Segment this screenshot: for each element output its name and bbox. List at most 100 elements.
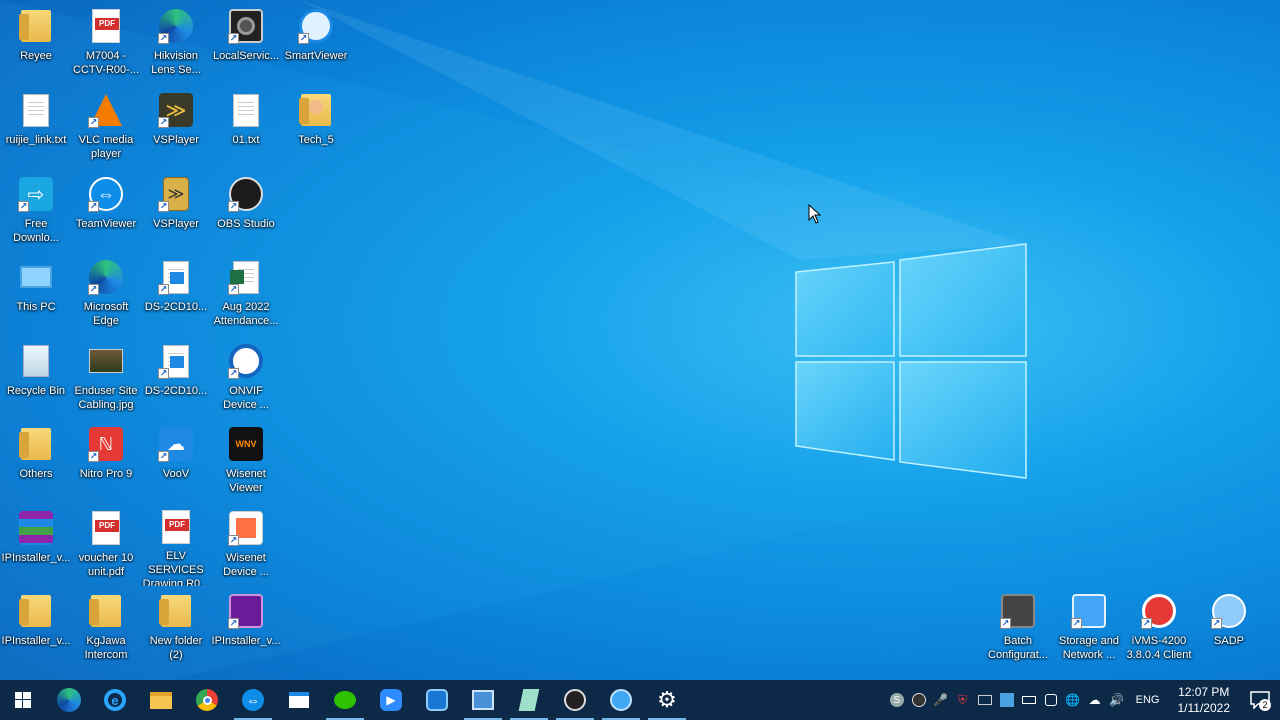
- clock-date: 1/11/2022: [1177, 701, 1231, 715]
- tray-obs[interactable]: [908, 680, 930, 720]
- desktop-icon[interactable]: ⇨ ↗ Free Downlo...: [0, 172, 72, 252]
- onvif-icon: ↗: [228, 343, 264, 379]
- nitro-icon: ℕ ↗: [88, 426, 124, 462]
- desktop-icon-label: Recycle Bin: [6, 385, 66, 397]
- edge-icon: ↗: [158, 8, 194, 44]
- desktop-icon[interactable]: ≫ ↗ VSPlayer: [140, 172, 212, 252]
- desktop-icon[interactable]: Enduser Site Cabling.jpg: [70, 339, 142, 419]
- desktop-icon[interactable]: PDF voucher 10 unit.pdf: [70, 506, 142, 586]
- desktop-icon[interactable]: ↗ SmartViewer: [280, 4, 352, 84]
- taskbar-chrome[interactable]: [184, 680, 230, 720]
- tray-app[interactable]: [996, 680, 1018, 720]
- taskbar-edge[interactable]: [46, 680, 92, 720]
- desktop-icon[interactable]: WNV Wisenet Viewer: [210, 422, 282, 502]
- taskbar-settings[interactable]: ⚙: [644, 680, 690, 720]
- folder-icon: [88, 593, 124, 629]
- desktop-icon[interactable]: ↗ Hikvision Lens Se...: [140, 4, 212, 84]
- image-icon: [88, 343, 124, 379]
- desktop-icon[interactable]: ↗ DS-2CD10...: [140, 339, 212, 419]
- desktop-icon[interactable]: New folder (2): [140, 589, 212, 669]
- desktop-icon[interactable]: PDF ELV SERVICES Drawing R0...: [140, 506, 212, 586]
- obs-icon: ↗: [228, 176, 264, 212]
- batch-config-icon: ↗: [1000, 593, 1036, 629]
- start-icon: [15, 692, 31, 708]
- taskbar-search-app[interactable]: [598, 680, 644, 720]
- shortcut-arrow-icon: ↗: [88, 284, 99, 295]
- language-indicator[interactable]: ENG: [1128, 694, 1168, 706]
- desktop-icon[interactable]: PDF M7004 - CCTV-R00-...: [70, 4, 142, 84]
- desktop-icon[interactable]: ↗ IPInstaller_v...: [210, 589, 282, 669]
- taskbar-teamviewer[interactable]: ⇔: [230, 680, 276, 720]
- desktop-icon[interactable]: ↗ LocalServic...: [210, 4, 282, 84]
- shortcut-arrow-icon: ↗: [1071, 618, 1082, 629]
- desktop-icon[interactable]: ℕ ↗ Nitro Pro 9: [70, 422, 142, 502]
- tray-microphone[interactable]: 🎤: [930, 680, 952, 720]
- shortcut-arrow-icon: ↗: [1211, 618, 1222, 629]
- desktop-icon-label: IPInstaller_v...: [211, 635, 281, 647]
- tray-onedrive[interactable]: ☁: [1084, 680, 1106, 720]
- desktop-icon[interactable]: ruijie_link.txt: [0, 88, 72, 168]
- taskbar-window[interactable]: [276, 680, 322, 720]
- shortcut-arrow-icon: ↗: [1141, 618, 1152, 629]
- desktop-icon[interactable]: ↗ OBS Studio: [210, 172, 282, 252]
- tray-camera[interactable]: [1040, 680, 1062, 720]
- desktop-icon[interactable]: ↗ ONVIF Device ...: [210, 339, 282, 419]
- desktop-icon[interactable]: ☁ ↗ VooV: [140, 422, 212, 502]
- desktop-icon[interactable]: Tech_5: [280, 88, 352, 168]
- sadp-icon: ↗: [1211, 593, 1247, 629]
- desktop-icon[interactable]: ↗ VLC media player: [70, 88, 142, 168]
- shortcut-arrow-icon: ↗: [298, 33, 309, 44]
- desktop-icon[interactable]: This PC: [0, 255, 72, 335]
- desktop-icon[interactable]: Recycle Bin: [0, 339, 72, 419]
- taskbar-notepad[interactable]: [506, 680, 552, 720]
- folder-icon: [18, 8, 54, 44]
- taskbar-excel[interactable]: [460, 680, 506, 720]
- desktop-icon[interactable]: ↗ Batch Configurat...: [982, 589, 1054, 669]
- desktop-icon[interactable]: ≫ ↗ VSPlayer: [140, 88, 212, 168]
- start-button[interactable]: [0, 680, 46, 720]
- desktop-icon[interactable]: ↗ Aug 2022 Attendance...: [210, 255, 282, 335]
- desktop-icon[interactable]: IPInstaller_v...: [0, 589, 72, 669]
- desktop-icon-label: Batch Configurat...: [988, 635, 1048, 661]
- tray-security[interactable]: ⛨: [952, 680, 974, 720]
- taskbar-zoom[interactable]: ▶: [368, 680, 414, 720]
- desktop-icon-label: Wisenet Device ...: [223, 552, 269, 578]
- shortcut-arrow-icon: ↗: [228, 33, 239, 44]
- desktop-icon[interactable]: ↗ iVMS-4200 3.8.0.4 Client: [1123, 589, 1195, 669]
- notepad-icon: [518, 689, 540, 711]
- desktop-icon[interactable]: ↗ SADP: [1193, 589, 1265, 669]
- taskbar-wechat[interactable]: [322, 680, 368, 720]
- shortcut-arrow-icon: ↗: [88, 117, 99, 128]
- taskbar-obs[interactable]: [552, 680, 598, 720]
- tray-volume[interactable]: 🔊: [1106, 680, 1128, 720]
- desktop-icon-label: VLC media player: [78, 134, 134, 160]
- taskbar-file-explorer[interactable]: [138, 680, 184, 720]
- desktop-icon[interactable]: ↗ Microsoft Edge: [70, 255, 142, 335]
- desktop-icon[interactable]: KgJawa Intercom: [70, 589, 142, 669]
- desktop-icon[interactable]: 01.txt: [210, 88, 282, 168]
- file-explorer-icon: [150, 691, 172, 709]
- tray-network[interactable]: 🌐: [1062, 680, 1084, 720]
- desktop-icon[interactable]: Others: [0, 422, 72, 502]
- taskbar-ie[interactable]: e: [92, 680, 138, 720]
- desktop-icon-label: Wisenet Viewer: [226, 468, 266, 494]
- desktop-icon-label: Hikvision Lens Se...: [151, 50, 201, 76]
- action-center-button[interactable]: 2: [1240, 680, 1280, 720]
- taskbar-remote[interactable]: [414, 680, 460, 720]
- desktop-icon[interactable]: ⇔ ↗ TeamViewer: [70, 172, 142, 252]
- desktop-icon[interactable]: ↗ Wisenet Device ...: [210, 506, 282, 586]
- clock[interactable]: 12:07 PM 1/11/2022: [1168, 684, 1241, 716]
- desktop-icon[interactable]: Reyee: [0, 4, 72, 84]
- desktop-icon[interactable]: ↗ Storage and Network ...: [1053, 589, 1125, 669]
- ie-icon: e: [104, 689, 126, 711]
- desktop-icon[interactable]: IPInstaller_v...: [0, 506, 72, 586]
- shortcut-arrow-icon: ↗: [88, 201, 99, 212]
- folder-icon: [158, 593, 194, 629]
- tray-display[interactable]: [974, 680, 996, 720]
- tray-skype[interactable]: S: [886, 680, 908, 720]
- tray-battery[interactable]: [1018, 680, 1040, 720]
- folder-icon: [18, 426, 54, 462]
- desktop-icon[interactable]: ↗ DS-2CD10...: [140, 255, 212, 335]
- shortcut-arrow-icon: ↗: [158, 284, 169, 295]
- desktop-icon-label: ELV SERVICES Drawing R0...: [142, 550, 210, 586]
